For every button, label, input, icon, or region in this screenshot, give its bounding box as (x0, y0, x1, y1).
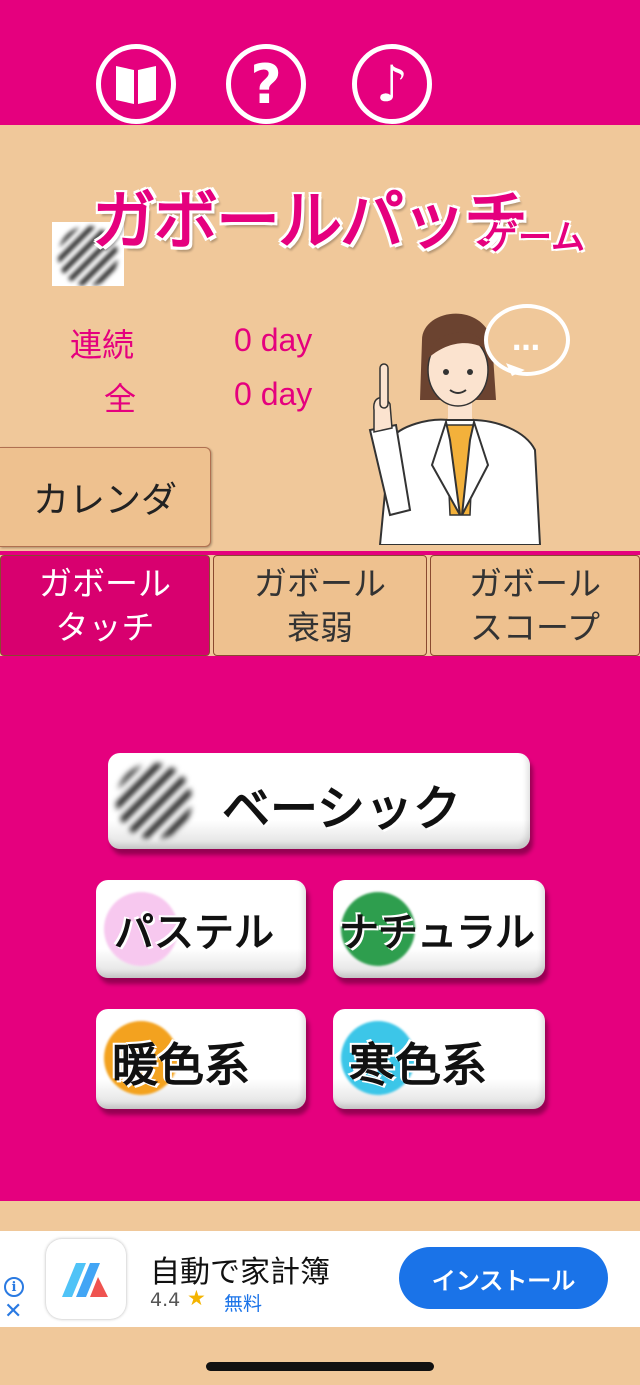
ad-price: 無料 (224, 1293, 263, 1315)
tab-gabor-scope-line2: スコープ (469, 607, 601, 647)
top-bar (0, 0, 640, 125)
book-icon[interactable] (96, 44, 176, 124)
tab-gabor-touch[interactable]: ガボール タッチ (0, 555, 210, 656)
tab-gabor-concentration-line1: ガボール (254, 563, 386, 603)
tab-gabor-concentration-line2: 衰弱 (287, 607, 353, 647)
ad-banner[interactable]: i ✕ 自動で家計簿 4.4 ★ 無料 インストール (0, 1231, 640, 1327)
ad-info-icon[interactable]: i (4, 1277, 24, 1297)
warm-mode-label: 暖色系 (112, 1038, 250, 1092)
app-logo-title: ガボールパッチ (91, 184, 530, 261)
gabor-patch-icon (116, 763, 192, 839)
total-label: 全 (104, 380, 137, 418)
natural-mode-button[interactable]: ナチュラル (333, 880, 545, 978)
basic-mode-label: ベーシック (222, 781, 462, 837)
tab-gabor-scope-line1: ガボール (469, 563, 601, 603)
app-logo-subtitle: ゲーム (484, 218, 585, 258)
ad-rating: 4.4 (150, 1289, 181, 1311)
star-icon: ★ (187, 1286, 206, 1310)
ad-close-icon[interactable]: ✕ (4, 1299, 22, 1324)
streak-value: 0 day (234, 322, 313, 358)
ad-install-button[interactable]: インストール (399, 1247, 608, 1309)
pastel-mode-button[interactable]: パステル (96, 880, 306, 978)
basic-mode-button[interactable]: ベーシック (108, 753, 530, 849)
calendar-button[interactable]: カレンダ (0, 447, 211, 547)
streak-label: 連続 (70, 326, 135, 364)
ad-app-logo-graphic (62, 1263, 108, 1297)
ad-title[interactable]: 自動で家計簿 (150, 1247, 330, 1291)
tab-gabor-touch-line1: ガボール (39, 563, 171, 603)
tab-gabor-concentration[interactable]: ガボール 衰弱 (213, 555, 427, 656)
book-icon-graphic (116, 66, 156, 104)
total-value: 0 day (234, 376, 313, 412)
pastel-mode-label: パステル (114, 910, 274, 956)
cold-mode-label: 寒色系 (349, 1038, 487, 1092)
ad-app-icon[interactable] (46, 1239, 126, 1319)
music-icon[interactable]: ♪ (352, 44, 432, 124)
home-indicator[interactable] (206, 1362, 434, 1371)
tab-gabor-scope[interactable]: ガボール スコープ (430, 555, 640, 656)
tab-gabor-touch-line2: タッチ (55, 607, 155, 647)
speech-bubble-icon: … (484, 304, 570, 376)
natural-mode-label: ナチュラル (339, 910, 535, 956)
help-icon[interactable]: ? (226, 44, 306, 124)
warm-mode-button[interactable]: 暖色系 (96, 1009, 306, 1109)
cold-mode-button[interactable]: 寒色系 (333, 1009, 545, 1109)
